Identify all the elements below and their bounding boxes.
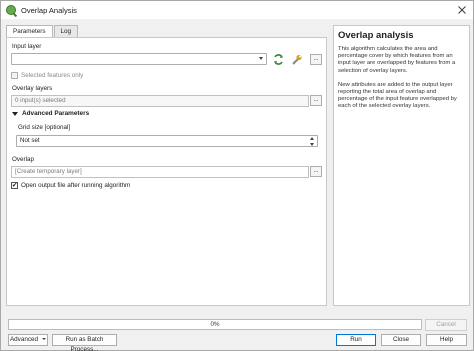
advanced-button-label: Advanced [9, 336, 38, 343]
window-title: Overlap Analysis [21, 5, 77, 15]
title-bar: Overlap Analysis [1, 1, 473, 19]
help-paragraph-1: This algorithm calculates the area and p… [338, 46, 456, 74]
close-icon [458, 6, 466, 14]
help-paragraph-2: New attributes are added to the output l… [338, 81, 457, 110]
grid-size-spinbox[interactable]: Not set [16, 135, 318, 147]
dialog-window: Overlap Analysis Parameters Log Input la… [0, 0, 474, 351]
run-batch-button[interactable]: Run as Batch Process... [52, 334, 117, 351]
tab-bar: Parameters Log [6, 25, 79, 38]
spin-arrows-icon[interactable] [310, 137, 315, 146]
qgis-icon [6, 5, 16, 15]
input-layer-combo[interactable] [11, 53, 267, 65]
cancel-button[interactable]: Cancel [425, 319, 467, 331]
selected-features-label: Selected features only [21, 72, 84, 79]
selected-features-checkbox[interactable] [11, 72, 18, 79]
overlay-layers-browse-button[interactable]: ... [310, 95, 322, 106]
close-window-button[interactable] [451, 1, 473, 19]
overlap-label: Overlap [12, 156, 35, 163]
run-button[interactable]: Run [336, 334, 376, 346]
chevron-down-icon [259, 57, 263, 60]
tab-log[interactable]: Log [53, 25, 79, 37]
open-output-label: Open output file after running algorithm [21, 182, 131, 189]
progress-text: 0% [210, 321, 220, 328]
overlay-layers-field[interactable]: 0 input(s) selected [11, 95, 309, 107]
overlay-layers-label: Overlay layers [12, 85, 53, 92]
grid-size-value: Not set [20, 137, 40, 144]
advanced-parameters-label: Advanced Parameters [22, 110, 90, 117]
help-title: Overlap analysis [338, 30, 414, 41]
close-button[interactable]: Close [381, 334, 421, 346]
input-layer-label: Input layer [12, 43, 42, 50]
input-layer-browse-button[interactable]: ... [310, 54, 322, 65]
window-controls [451, 1, 473, 19]
wrench-icon[interactable] [290, 53, 303, 66]
grid-size-label: Grid size [optional] [18, 124, 71, 131]
advanced-parameters-toggle[interactable]: Advanced Parameters [12, 110, 89, 117]
parameters-panel: Input layer ... Selected features only O… [6, 37, 327, 306]
advanced-button[interactable]: Advanced [8, 334, 48, 346]
iterate-icon[interactable] [272, 53, 285, 66]
collapse-triangle-icon [12, 111, 18, 116]
open-output-checkbox[interactable] [11, 181, 18, 189]
progress-bar: 0% [8, 319, 422, 330]
overlap-browse-button[interactable]: ... [310, 166, 322, 177]
overlap-output-field[interactable]: [Create temporary layer] [11, 166, 309, 178]
help-panel: Overlap analysis This algorithm calculat… [333, 25, 470, 306]
chevron-down-icon [42, 338, 46, 341]
help-button[interactable]: Help [426, 334, 467, 346]
